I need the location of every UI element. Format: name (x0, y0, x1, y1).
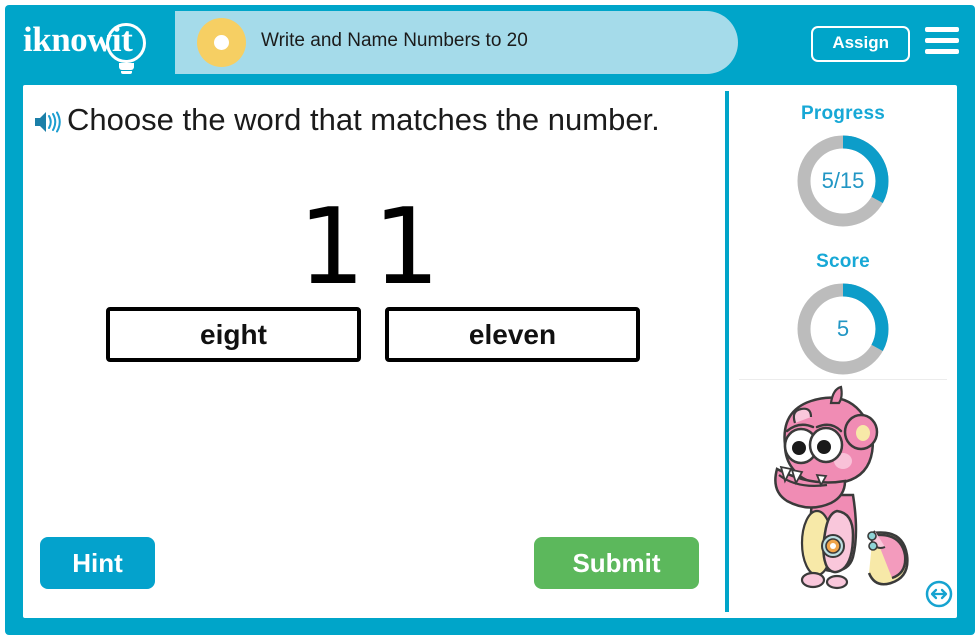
score-donut: 5 (793, 279, 893, 379)
hint-button[interactable]: Hint (40, 537, 155, 589)
menu-bar-1 (925, 27, 959, 32)
submit-button[interactable]: Submit (534, 537, 699, 589)
status-sidebar: Progress 5/15 Score 5 (729, 85, 957, 618)
brand-logo[interactable]: iknowit (23, 17, 183, 74)
app-frame: iknowit Write and Name Numbers to 20 Ass… (5, 5, 975, 635)
pink-monster-mascot (755, 383, 935, 598)
assign-button[interactable]: Assign (811, 26, 910, 62)
lesson-title-band: Write and Name Numbers to 20 (175, 11, 738, 74)
lightbulb-icon (106, 23, 146, 63)
lesson-title: Write and Name Numbers to 20 (261, 30, 528, 51)
answer-choice-option[interactable]: eight (106, 307, 361, 362)
menu-bar-2 (925, 38, 959, 43)
progress-widget: Progress 5/15 (729, 103, 957, 231)
sidebar-divider (739, 379, 947, 380)
question-prompt: Choose the word that matches the number. (67, 102, 660, 137)
activity-canvas: Choose the word that matches the number.… (23, 85, 957, 618)
progress-label: Progress (801, 103, 885, 124)
score-widget: Score 5 (729, 251, 957, 379)
menu-bar-3 (925, 49, 959, 54)
progress-value: 5/15 (821, 168, 865, 193)
score-value: 5 (836, 316, 850, 341)
question-numeral: 11 (298, 186, 448, 308)
lightbulb-base-icon (119, 63, 134, 70)
app-header: iknowit Write and Name Numbers to 20 Ass… (5, 5, 975, 77)
answer-choice-list: eight eleven (23, 307, 723, 362)
speaker-icon[interactable] (33, 109, 63, 135)
answer-choice-option[interactable]: eleven (385, 307, 640, 362)
hamburger-menu-icon[interactable] (925, 27, 959, 55)
lesson-badge-dot-icon (214, 35, 229, 50)
lesson-badge-icon (197, 18, 246, 67)
score-label: Score (816, 251, 870, 272)
progress-donut: 5/15 (793, 131, 893, 231)
resize-horizontal-icon[interactable] (925, 580, 953, 608)
lightbulb-base-tip-icon (121, 71, 132, 74)
